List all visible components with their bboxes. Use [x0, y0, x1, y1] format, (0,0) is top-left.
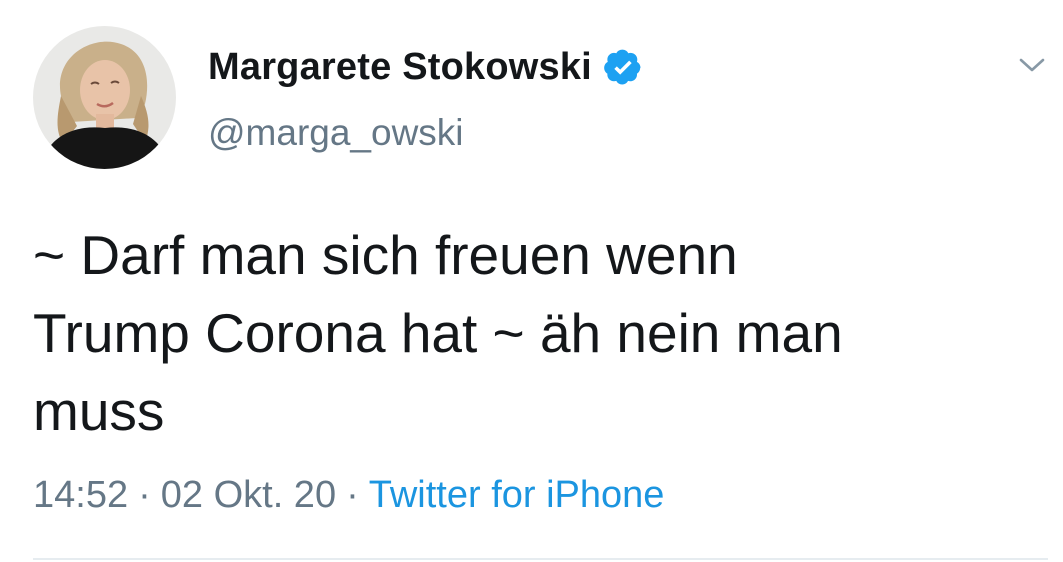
author-handle[interactable]: @marga_owski	[208, 112, 643, 154]
author-block: Margarete Stokowski @marga_owski	[208, 44, 643, 154]
divider	[33, 558, 1048, 560]
meta-separator: ·	[138, 474, 151, 516]
avatar-image	[33, 26, 176, 169]
tweet-meta: 14:52 · 02 Okt. 20 · Twitter for iPhone	[33, 474, 664, 517]
name-row: Margarete Stokowski	[208, 44, 643, 90]
tweet-card: Margarete Stokowski @marga_owski ~ Darf …	[0, 0, 1063, 562]
avatar[interactable]	[33, 26, 176, 169]
verified-badge-icon	[603, 47, 643, 87]
tweet-time[interactable]: 14:52	[33, 474, 128, 517]
meta-separator: ·	[346, 474, 359, 516]
tweet-source-link[interactable]: Twitter for iPhone	[369, 474, 665, 517]
chevron-down-icon[interactable]	[1017, 50, 1047, 80]
tweet-text: ~ Darf man sich freuen wenn Trump Corona…	[33, 224, 843, 442]
tweet-date[interactable]: 02 Okt. 20	[161, 474, 336, 517]
display-name[interactable]: Margarete Stokowski	[208, 46, 592, 89]
